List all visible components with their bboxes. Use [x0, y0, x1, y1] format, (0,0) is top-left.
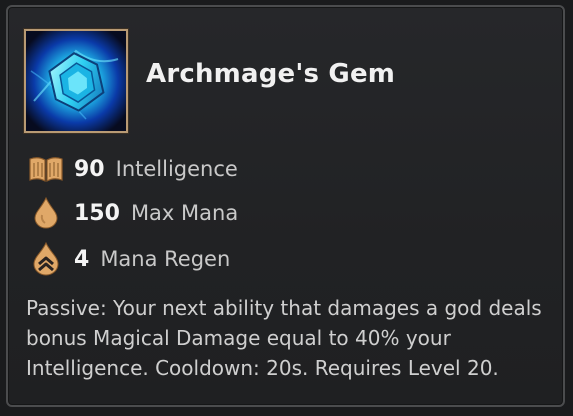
- stat-row-intelligence: 90 Intelligence: [28, 153, 238, 185]
- item-title: Archmage's Gem: [146, 59, 396, 89]
- item-tooltip: Archmage's Gem 90 Intelligence 150 Max M…: [6, 5, 565, 407]
- mana-drop-icon: [28, 197, 64, 229]
- stat-value: 150: [74, 200, 120, 226]
- stat-label: Mana Regen: [100, 247, 231, 271]
- stat-row-max-mana: 150 Max Mana: [28, 197, 238, 229]
- mana-regen-icon: [28, 242, 64, 276]
- stat-label: Max Mana: [130, 201, 239, 225]
- book-icon: [28, 153, 64, 185]
- stat-row-mana-regen: 4 Mana Regen: [28, 242, 231, 276]
- stat-value: 4: [74, 246, 90, 272]
- stat-label: Intelligence: [115, 157, 238, 181]
- archmages-gem-icon: [26, 31, 126, 131]
- item-icon-frame: [24, 29, 128, 133]
- passive-description: Passive: Your next ability that damages …: [26, 296, 542, 380]
- stat-value: 90: [74, 156, 105, 182]
